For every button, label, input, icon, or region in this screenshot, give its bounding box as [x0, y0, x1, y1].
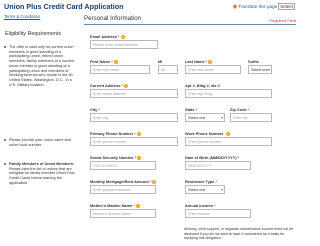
- state-label: State *: [185, 107, 198, 112]
- residence-select[interactable]: Select one ▾: [185, 185, 225, 194]
- apt-field[interactable]: [185, 89, 272, 98]
- work-phone-field[interactable]: [185, 137, 272, 146]
- current-address-field[interactable]: [90, 89, 178, 98]
- ssn-field[interactable]: [90, 161, 156, 170]
- eligibility-item: The offer is valid only for current unio…: [9, 45, 74, 87]
- income-field[interactable]: [185, 209, 251, 218]
- info-icon[interactable]: i: [152, 179, 157, 184]
- section-title: Personal Information: [84, 15, 142, 22]
- bullet-icon: [4, 163, 6, 165]
- translate-label[interactable]: Translate this page: [238, 4, 277, 9]
- family-members-bold: Family Members of Union Members:: [9, 162, 75, 166]
- zip-label: Zip Code *: [230, 107, 250, 112]
- email-label: Email Address * i: [90, 34, 125, 39]
- translate-icon: ◉: [232, 3, 238, 10]
- email-field[interactable]: [90, 40, 158, 49]
- suffix-label: Suffix: [248, 59, 259, 64]
- chevron-down-icon: ▾: [221, 116, 223, 120]
- chevron-down-icon: ▾: [221, 188, 223, 192]
- translate-select[interactable]: Select: [278, 3, 295, 10]
- info-icon[interactable]: i: [208, 59, 213, 64]
- family-members-text: Please view the list of unions that are …: [9, 166, 75, 185]
- info-icon[interactable]: i: [124, 83, 129, 88]
- bullet-icon: [4, 46, 6, 48]
- residence-label: Residence Type *: [185, 179, 217, 184]
- maiden-name-field[interactable]: [90, 209, 156, 218]
- translate-widget[interactable]: ◉ Translate this page Select: [232, 3, 295, 10]
- info-icon[interactable]: i: [113, 59, 118, 64]
- dob-label: Date of Birth (MM/DD/YYYY) *: [185, 155, 240, 160]
- mortgage-field[interactable]: [90, 185, 156, 194]
- chevron-down-icon: ▾: [268, 68, 270, 72]
- last-name-field[interactable]: [185, 65, 241, 74]
- first-name-field[interactable]: [90, 65, 150, 74]
- current-address-label: Current Address * i: [90, 83, 129, 88]
- terms-link[interactable]: Terms & Conditions: [4, 14, 40, 19]
- required-note: * Required Field: [267, 18, 296, 23]
- work-phone-label: Work Phone Number i: [185, 131, 230, 136]
- app-title: Union Plus Credit Card Application: [4, 2, 124, 11]
- mortgage-label: Monthly Mortgage/Rent Amount * i: [90, 179, 157, 184]
- zip-field[interactable]: [230, 113, 272, 122]
- first-name-label: First Name * i: [90, 59, 118, 64]
- primary-phone-label: Primary Phone Number * i: [90, 131, 141, 136]
- ssn-label: Social Security Number * i: [90, 155, 142, 160]
- info-icon[interactable]: i: [225, 131, 230, 136]
- mi-label: MI: [158, 59, 163, 64]
- info-icon[interactable]: i: [136, 131, 141, 136]
- eligibility-item-family: Family Members of Union Members: Please …: [9, 162, 75, 186]
- dob-field[interactable]: [185, 161, 251, 170]
- section-divider: [84, 24, 296, 25]
- eligibility-heading: Eligibility Requirements: [5, 31, 62, 37]
- mi-field[interactable]: [158, 65, 178, 74]
- income-disclosure-note: Alimony, child support, or separate main…: [184, 227, 294, 240]
- apt-label: Apt #, Bldg #, ste #: [185, 83, 220, 88]
- info-icon[interactable]: i: [135, 203, 140, 208]
- state-select[interactable]: Select one ▾: [185, 113, 225, 122]
- city-field[interactable]: [90, 113, 178, 122]
- income-label: Annual Income *: [185, 203, 216, 208]
- last-name-label: Last Name * i: [185, 59, 213, 64]
- eligibility-item: Please provide your union name and union…: [9, 138, 71, 147]
- maiden-name-label: Mother's Maiden Name * i: [90, 203, 140, 208]
- suffix-select[interactable]: Select one ▾: [248, 65, 272, 74]
- info-icon[interactable]: i: [137, 155, 142, 160]
- bullet-icon: [4, 139, 6, 141]
- info-icon[interactable]: i: [120, 34, 125, 39]
- city-label: City *: [90, 107, 100, 112]
- primary-phone-field[interactable]: [90, 137, 178, 146]
